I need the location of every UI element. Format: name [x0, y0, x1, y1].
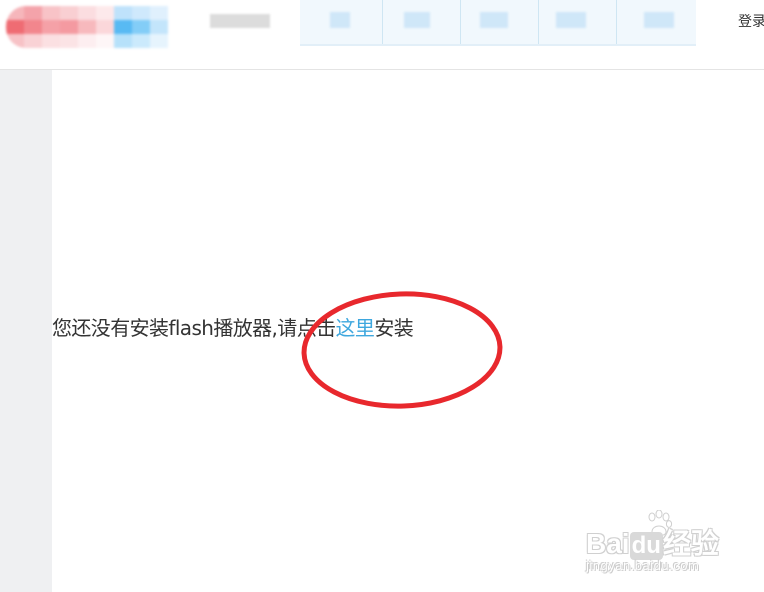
site-header: 登录 — [0, 0, 764, 70]
flash-install-link[interactable]: 这里 — [336, 316, 375, 340]
site-logo[interactable] — [6, 6, 180, 48]
watermark-domain: jingyan.baidu.com — [586, 558, 700, 573]
watermark-brand: Baidu经验 — [586, 528, 719, 560]
nav-item-4[interactable] — [538, 0, 617, 44]
nav-item-5[interactable] — [616, 0, 696, 44]
login-link[interactable]: 登录 — [738, 11, 764, 31]
nav-item-3[interactable] — [460, 0, 539, 44]
flash-install-message: 您还没有安装flash播放器,请点击这里安装 — [52, 314, 414, 342]
top-nav — [300, 0, 696, 46]
flash-message-suffix: 安装 — [374, 316, 414, 340]
nav-item-1[interactable] — [300, 0, 383, 44]
paw-logo-icon — [648, 510, 673, 537]
flash-message-prefix: 您还没有安装flash播放器,请点击 — [52, 316, 336, 340]
red-circle-annotation — [301, 291, 503, 409]
page: 登录 您还没有安装flash播放器,请点击这里安装 Baidu经验 jingya… — [0, 0, 764, 592]
baidu-jingyan-watermark: Baidu经验 jingyan.baidu.com — [586, 510, 736, 580]
site-subtitle-placeholder — [210, 14, 270, 28]
nav-item-2[interactable] — [382, 0, 461, 44]
left-sidebar — [0, 70, 52, 592]
